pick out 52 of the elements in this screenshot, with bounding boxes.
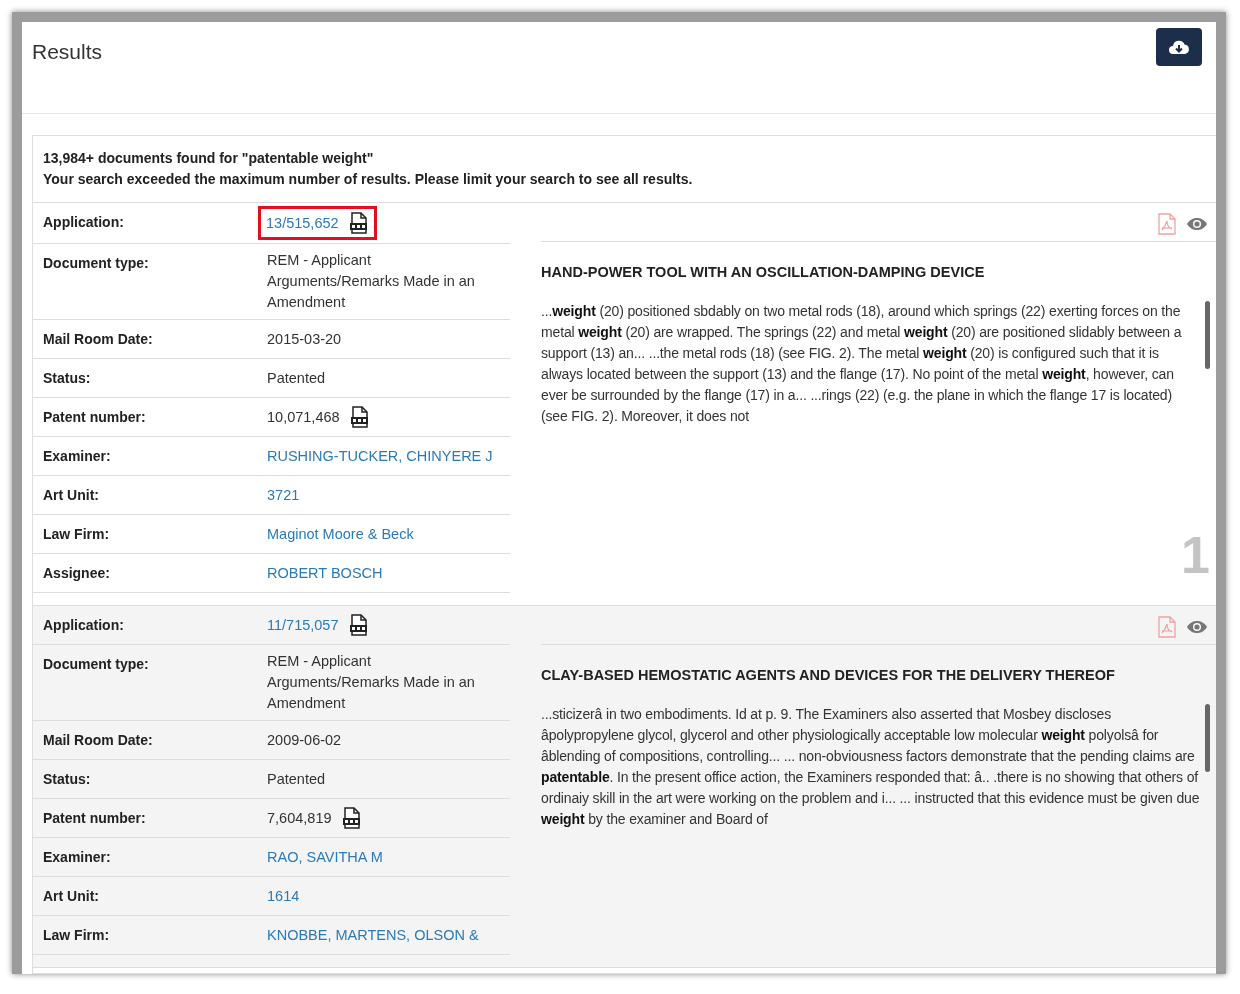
- result-snippet: ...sticizerâ in two embodiments. Id at p. 9. The Examiners also asserted that Mosbey discloses âpolypropylene glycol, glycerol and other physiologically acceptable low molecular weight polyolsâ for âblending of compositions, controlling... ... non-obviousness factors demonstrate that the pending claims are patentable. In the present office action, the Examiners responded that: â.. .there is no showing that others of ordinaiy skill in the art were working on the problem and i... ... instructed that this evidence must be given due weight by the examiner and Board of: [541, 705, 1201, 829]
- field-label: Law Firm:: [42, 525, 111, 542]
- result-snippet: ...weight (20) positioned sbdably on two metal rods (18), around which springs (22) exerting forces on the metal weight (20) are wrapped. The springs (22) and metal weight (20) are positioned slidably between a support (13) an... ...the metal rods (18) (see FIG. 2). The metal weight (20) is configured such that it is always located between the support (13) and the flange (17). No point of the metal weight, however, can ever be surrounded by the flange (17) in a... ...rings (22) (e.g. the plane in which the flange 17 is located) (see FIG. 2). Moreover, it does not: [541, 302, 1183, 426]
- field-value: 2009-06-02: [267, 730, 342, 750]
- field-value: 2015-03-20: [267, 329, 342, 349]
- field-link[interactable]: 11/715,057: [267, 614, 339, 636]
- field-link[interactable]: ROBERT BOSCH: [267, 562, 383, 584]
- pdf-document-icon[interactable]: [348, 212, 369, 234]
- field-label: Law Firm:: [42, 926, 111, 943]
- page-title: Results: [32, 40, 103, 64]
- field-link[interactable]: RAO, SAVITHA M: [267, 846, 383, 868]
- field-link[interactable]: KNOBBE, MARTENS, OLSON &: [267, 924, 479, 946]
- field-label: Status:: [42, 770, 92, 787]
- eye-icon[interactable]: [1186, 217, 1208, 231]
- field-value: Patented: [267, 368, 326, 388]
- results-count: 13,984+ documents found for "patentable weight": [43, 149, 375, 168]
- field-label: Document type:: [42, 655, 150, 672]
- field-label: Mail Room Date:: [42, 330, 154, 347]
- field-value: 7,604,819: [267, 808, 332, 828]
- field-link[interactable]: 1614: [267, 885, 300, 907]
- field-label: Patent number:: [42, 408, 147, 425]
- field-value: REM - Applicant Arguments/Remarks Made in an Amendment: [267, 251, 476, 312]
- field-label: Application:: [42, 213, 125, 230]
- pdf-document-icon[interactable]: [341, 807, 362, 829]
- field-value: 10,071,468: [267, 407, 340, 427]
- field-link[interactable]: 13/515,652: [266, 212, 339, 234]
- field-label: Application:: [42, 616, 125, 633]
- field-label: Art Unit:: [42, 486, 100, 503]
- field-value: REM - Applicant Arguments/Remarks Made in an Amendment: [267, 652, 476, 713]
- pdf-document-icon[interactable]: [349, 406, 370, 428]
- results-notice: Your search exceeded the maximum number of results. Please limit your search to see all results.: [43, 170, 694, 189]
- field-label: Art Unit:: [42, 887, 100, 904]
- eye-icon[interactable]: [1186, 620, 1208, 634]
- field-label: Document type:: [42, 254, 150, 271]
- result-title: CLAY-BASED HEMOSTATIC AGENTS AND DEVICES FOR THE DELIVERY THEREOF: [541, 667, 1116, 683]
- field-label: Mail Room Date:: [42, 731, 154, 748]
- field-label: Assignee:: [42, 564, 111, 581]
- cloud-download-icon: [1168, 39, 1190, 55]
- field-value: Patented: [267, 769, 326, 789]
- field-link[interactable]: Maginot Moore & Beck: [267, 523, 414, 545]
- field-link[interactable]: 3721: [267, 484, 300, 506]
- field-label: Patent number:: [42, 809, 147, 826]
- download-button[interactable]: [1156, 28, 1202, 66]
- field-label: Examiner:: [42, 447, 112, 464]
- pdf-document-icon[interactable]: [348, 614, 369, 636]
- field-label: Status:: [42, 369, 92, 386]
- scrollbar: [1205, 301, 1210, 369]
- result-rank: 1: [1181, 525, 1210, 585]
- field-link[interactable]: RUSHING-TUCKER, CHINYERE J: [267, 445, 493, 467]
- field-label: Examiner:: [42, 848, 112, 865]
- result-title: HAND-POWER TOOL WITH AN OSCILLATION-DAMPING DEVICE: [541, 264, 986, 280]
- scrollbar: [1205, 704, 1210, 772]
